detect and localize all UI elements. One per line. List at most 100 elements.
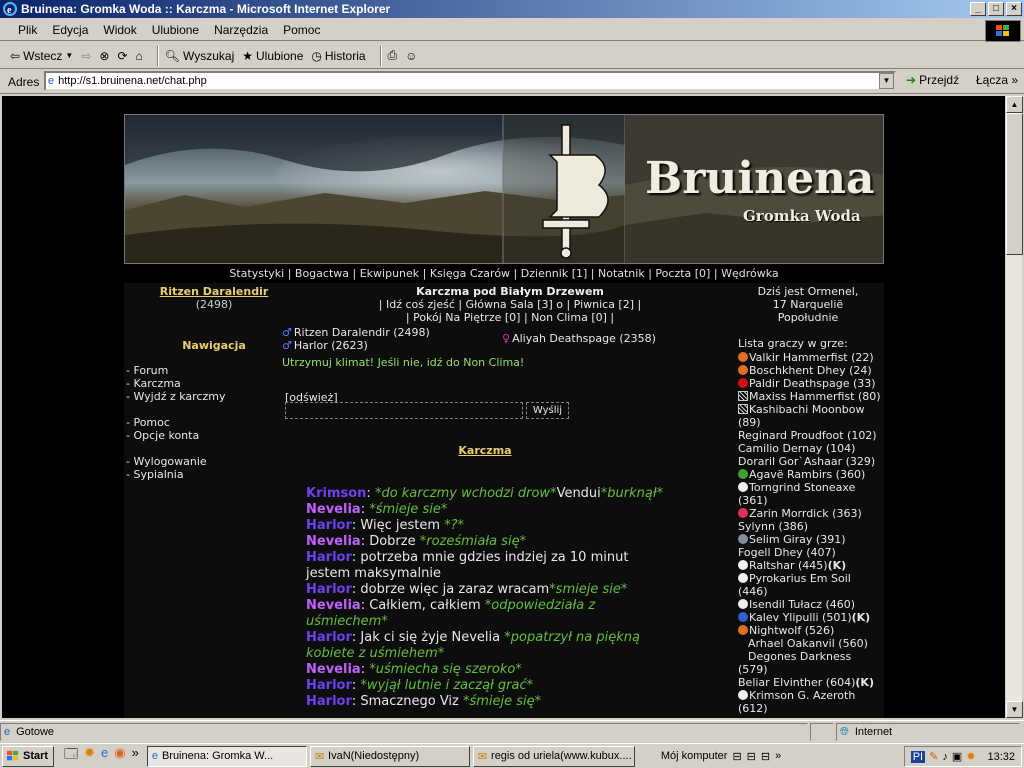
chat-speaker[interactable]: Harlor (306, 550, 352, 565)
player-entry[interactable]: Sylynn (386) (738, 520, 888, 533)
nav-link-exit-tavern[interactable]: - Wyjdź z karczmy (126, 390, 225, 403)
player-entry[interactable]: Camilio Dernay (104) (738, 442, 888, 455)
player-entry[interactable]: Beliar Elvinther (604)(K) (738, 676, 888, 689)
player-entry[interactable]: Nightwolf (526) (738, 624, 888, 637)
history-button[interactable]: ◷ Historia (311, 49, 365, 63)
nav-poczta[interactable]: Poczta [0] (655, 267, 710, 280)
chat-speaker[interactable]: Nevelia (306, 598, 361, 613)
player-entry[interactable]: Selim Giray (391) (738, 533, 888, 546)
refresh-button[interactable]: ⟳ (117, 49, 127, 63)
menu-edit[interactable]: Edycja (52, 23, 88, 37)
player-entry[interactable]: Degones Darkness (738, 650, 888, 663)
menu-tools[interactable]: Narzędzia (214, 23, 268, 37)
sun-icon[interactable]: ✹ (84, 745, 95, 767)
player-entry[interactable]: Boschkhent Dhey (24) (738, 364, 888, 377)
ie-quicklaunch-icon[interactable]: e (101, 745, 108, 767)
language-icon[interactable]: PI (910, 750, 926, 763)
show-desktop-icon[interactable]: 🗔︎ (64, 745, 78, 767)
send-button[interactable]: Wyślij (526, 402, 569, 419)
taskbar-item-chat-2[interactable]: ✉ regis od uriela(www.kubux.... (472, 745, 635, 767)
player-entry[interactable]: Pyrokarius Em Soil (738, 572, 888, 585)
network-icon[interactable]: ▣ (952, 750, 962, 763)
links-button[interactable]: Łącza » (976, 73, 1018, 87)
menu-view[interactable]: Widok (103, 23, 136, 37)
nav-link-forum[interactable]: - Forum (126, 364, 225, 377)
location-exits-1[interactable]: | Idź coś zjeść | Główna Sala [3] o | Pi… (282, 298, 738, 311)
go-button[interactable]: ➔ Przejdź (906, 73, 959, 87)
room-title-link[interactable]: Karczma (282, 444, 688, 457)
close-button[interactable]: × (1006, 2, 1022, 16)
nav-link-bedroom[interactable]: - Sypialnia (126, 468, 207, 481)
nav-link-help[interactable]: - Pomoc (126, 416, 199, 429)
chat-speaker[interactable]: Harlor (306, 630, 352, 645)
player-entry[interactable]: Maxiss Hammerfist (80) (738, 390, 888, 403)
player-entry[interactable]: Torngrind Stoneaxe (738, 481, 888, 494)
stop-button[interactable]: ⊗ (99, 49, 109, 63)
character-name-link[interactable]: Ritzen Daralendir (124, 285, 304, 298)
start-button[interactable]: Start (2, 745, 54, 767)
menu-favorites[interactable]: Ulubione (152, 23, 199, 37)
forward-button[interactable]: ⇨ (81, 49, 91, 63)
player-entry[interactable]: Fogell Dhey (407) (738, 546, 888, 559)
scroll-up-button[interactable]: ▲ (1006, 96, 1023, 113)
player-entry[interactable]: Krimson G. Azeroth (738, 689, 888, 702)
menu-help[interactable]: Pomoc (283, 23, 320, 37)
scroll-down-button[interactable]: ▼ (1006, 701, 1023, 718)
firefox-icon[interactable]: ◉ (114, 745, 125, 767)
vertical-scrollbar[interactable]: ▲ ▼ (1005, 96, 1023, 718)
home-button[interactable]: ⌂ (136, 49, 143, 63)
maximize-button[interactable]: □ (988, 2, 1004, 16)
player-entry[interactable]: Kashibachi Moonbow (738, 403, 888, 416)
player-entry[interactable]: Doraril Gor`Ashaar (329) (738, 455, 888, 468)
back-button[interactable]: ⇦ Wstecz ▼ (10, 49, 73, 63)
favorites-button[interactable]: ★ Ulubione (242, 49, 303, 63)
online-user[interactable]: ♂ Harlor (2623) (282, 339, 368, 352)
player-entry[interactable]: Paldir Deathspage (33) (738, 377, 888, 390)
nav-ksiega-czarow[interactable]: Księga Czarów (430, 267, 510, 280)
nav-statystyki[interactable]: Statystyki (229, 267, 284, 280)
print-button[interactable]: ⎙ (388, 48, 398, 63)
player-entry[interactable]: Zarin Morrdick (363) (738, 507, 888, 520)
player-entry[interactable]: Agavë Rambirs (360) (738, 468, 888, 481)
player-entry[interactable]: (612) (738, 702, 888, 715)
nav-wedrowka[interactable]: Wędrówka (721, 267, 779, 280)
player-entry[interactable]: (446) (738, 585, 888, 598)
my-computer-toolbar[interactable]: Mój komputer ⊟ ⊟ ⊟ » (661, 750, 781, 763)
volume-icon[interactable]: ♪ (942, 751, 948, 763)
player-entry[interactable]: Reginard Proudfoot (102) (738, 429, 888, 442)
chat-input[interactable] (285, 402, 523, 419)
chat-speaker[interactable]: Harlor (306, 694, 352, 709)
menu-file[interactable]: Plik (18, 23, 37, 37)
address-dropdown-button[interactable]: ▼ (879, 73, 894, 89)
chat-speaker[interactable]: Nevelia (306, 662, 361, 677)
taskbar-item-browser[interactable]: e Bruinena: Gromka W... (146, 745, 307, 767)
online-user[interactable]: ♀ Aliyah Deathspage (2358) (502, 332, 656, 345)
more-icon[interactable]: » (132, 745, 139, 767)
nav-bogactwa[interactable]: Bogactwa (295, 267, 349, 280)
chat-speaker[interactable]: Krimson (306, 486, 366, 501)
chat-speaker[interactable]: Harlor (306, 582, 352, 597)
nav-link-logout[interactable]: - Wylogowanie (126, 455, 207, 468)
nav-dziennik[interactable]: Dziennik [1] (521, 267, 588, 280)
chat-speaker[interactable]: Nevelia (306, 502, 361, 517)
taskbar-item-chat-1[interactable]: ✉ IvaN(Niedostępny) (309, 745, 470, 767)
address-input[interactable]: e http://s1.bruinena.net/chat.php ▼ (44, 71, 896, 91)
player-entry[interactable]: (361) (738, 494, 888, 507)
minimize-button[interactable]: _ (970, 2, 986, 16)
tray-app-icon[interactable]: ✎ (929, 750, 938, 763)
nav-ekwipunek[interactable]: Ekwipunek (360, 267, 419, 280)
search-button[interactable]: 🔍︎ Wyszukaj (165, 49, 234, 63)
messenger-button[interactable]: ☺ (405, 49, 417, 63)
player-entry[interactable]: Raltshar (445)(K) (738, 559, 888, 572)
tray-sun-icon[interactable]: ✹ (966, 750, 975, 763)
scroll-thumb[interactable] (1006, 113, 1023, 255)
chat-speaker[interactable]: Nevelia (306, 534, 361, 549)
player-entry[interactable]: (579) (738, 663, 888, 676)
player-entry[interactable]: Kalev Ylipulli (501)(K) (738, 611, 888, 624)
nav-link-account-options[interactable]: - Opcje konta (126, 429, 199, 442)
player-entry[interactable]: Valkir Hammerfist (22) (738, 351, 888, 364)
nav-link-karczma[interactable]: - Karczma (126, 377, 225, 390)
chat-speaker[interactable]: Harlor (306, 518, 352, 533)
player-entry[interactable]: (89) (738, 416, 888, 429)
online-user[interactable]: ♂ Ritzen Daralendir (2498) (282, 326, 430, 339)
